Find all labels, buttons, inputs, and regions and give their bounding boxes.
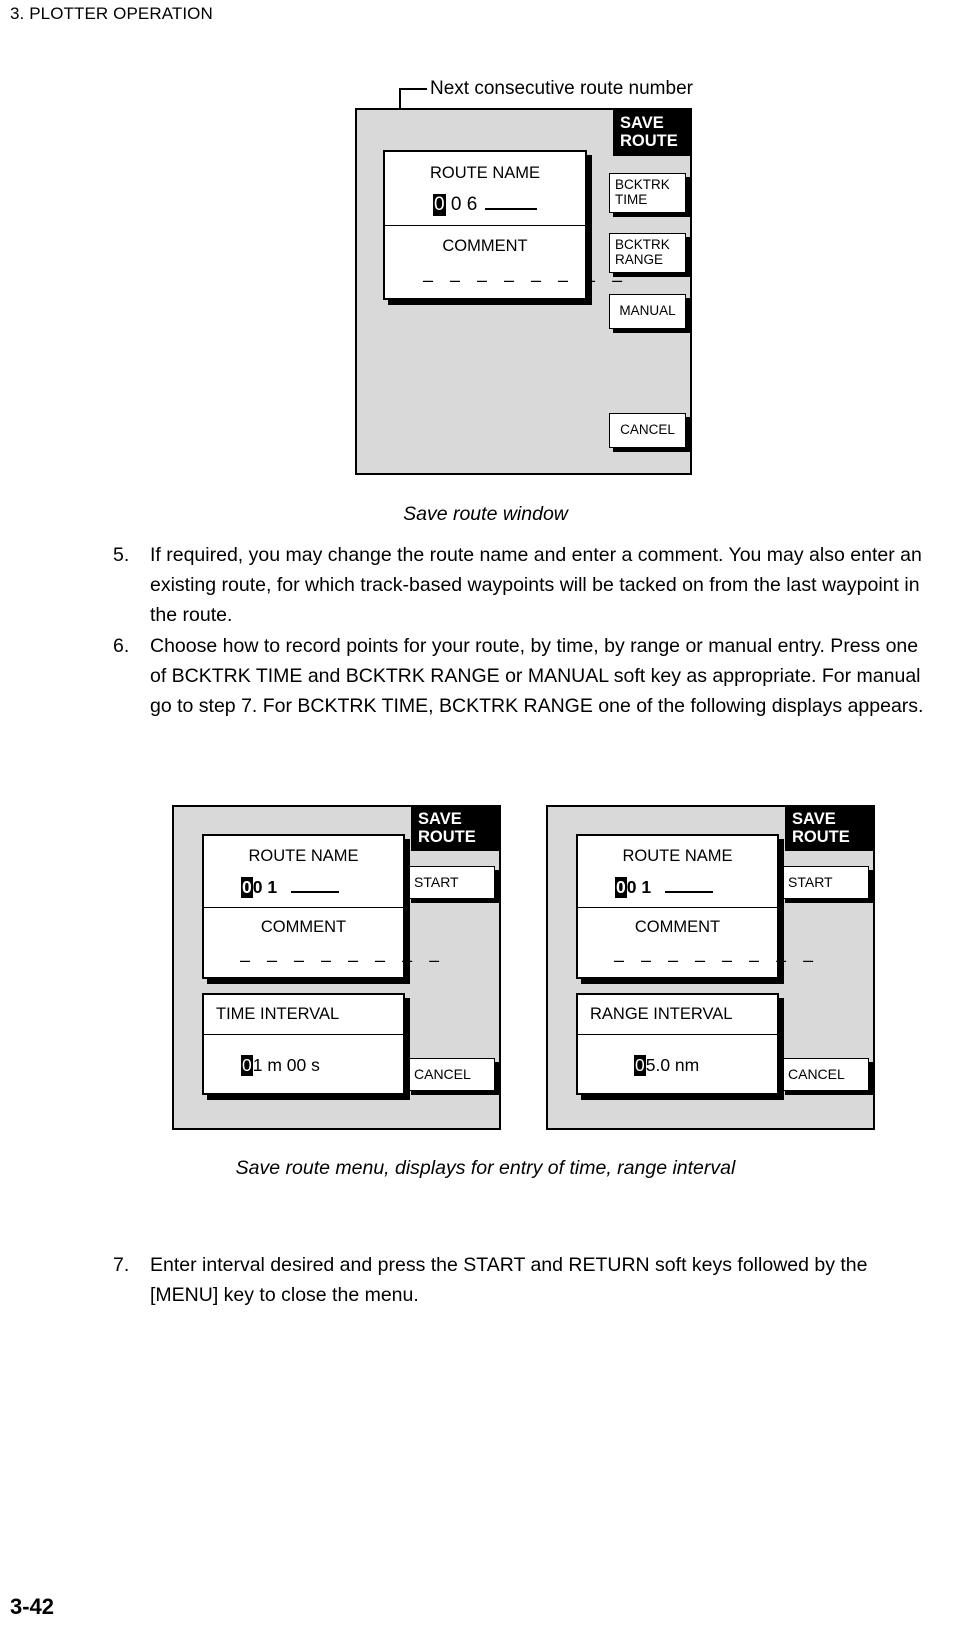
time-interval-cursor-char: 0 bbox=[241, 1055, 253, 1076]
softkey-bcktrk-range-line2: RANGE bbox=[615, 252, 664, 267]
comment-row-left[interactable]: COMMENT – – – – – – – – bbox=[204, 908, 439, 977]
softkey-title-line1: SAVE bbox=[620, 114, 664, 133]
comment-row-right[interactable]: COMMENT – – – – – – – – bbox=[578, 908, 813, 977]
route-entry-panel-left: ROUTE NAME 00 1 COMMENT – – – – – – – – bbox=[202, 834, 439, 979]
route-name-blank-rule bbox=[485, 208, 538, 210]
step-6: 6. Choose how to record points for your … bbox=[113, 631, 933, 721]
route-name-value-left[interactable]: 00 1 bbox=[241, 877, 340, 898]
route-entry-panel-right: ROUTE NAME 00 1 COMMENT – – – – – – – – bbox=[576, 834, 813, 979]
softkey-title-right-line2: ROUTE bbox=[792, 828, 850, 846]
time-interval-label: TIME INTERVAL bbox=[216, 1005, 340, 1023]
figure-save-route-window: SAVE ROUTE BCKTRK TIME BCKTRK RANGE MANU… bbox=[355, 108, 692, 475]
step-5-number: 5. bbox=[113, 544, 130, 566]
route-name-rest-left: 0 1 bbox=[252, 877, 278, 897]
softkey-bcktrk-time-line2: TIME bbox=[615, 192, 648, 207]
route-name-cursor-char-left: 0 bbox=[241, 877, 253, 898]
range-interval-rest: 5.0 nm bbox=[645, 1055, 700, 1075]
step-7: 7. Enter interval desired and press the … bbox=[113, 1250, 933, 1310]
softkey-cancel-right[interactable]: CANCEL bbox=[781, 1058, 869, 1091]
softkey-manual-label: MANUAL bbox=[619, 303, 676, 319]
softkey-bcktrk-range[interactable]: BCKTRK RANGE bbox=[609, 233, 686, 273]
figure1-caption: Save route window bbox=[403, 503, 568, 525]
time-interval-value-row[interactable]: 01 m 00 s bbox=[204, 1035, 403, 1093]
softkey-title-save-route-right: SAVE ROUTE bbox=[785, 807, 873, 851]
softkey-bcktrk-time[interactable]: BCKTRK TIME bbox=[609, 173, 686, 213]
softkey-bcktrk-range-line1: BCKTRK bbox=[615, 237, 670, 253]
range-interval-value[interactable]: 0 5.0 nm bbox=[634, 1055, 699, 1076]
time-interval-label-row: TIME INTERVAL bbox=[204, 995, 403, 1035]
time-interval-rest: 1 m 00 s bbox=[252, 1055, 320, 1075]
steps-list-7: 7. Enter interval desired and press the … bbox=[113, 1250, 933, 1311]
step-6-number: 6. bbox=[113, 635, 130, 657]
softkey-start-left-label: START bbox=[414, 873, 459, 890]
route-name-rest-right: 0 1 bbox=[626, 877, 652, 897]
figure2-caption: Save route menu, displays for entry of t… bbox=[235, 1157, 736, 1179]
range-interval-cursor-char: 0 bbox=[634, 1055, 646, 1076]
comment-label-left: COMMENT bbox=[260, 918, 347, 936]
step-7-text: Enter interval desired and press the STA… bbox=[150, 1254, 868, 1306]
route-name-label-left: ROUTE NAME bbox=[248, 847, 359, 865]
route-name-cursor-char: 0 bbox=[433, 194, 446, 216]
route-name-rest: 0 6 bbox=[445, 194, 478, 215]
route-entry-panel: ROUTE NAME 0 0 6 COMMENT – – – – – – – – bbox=[383, 150, 622, 300]
comment-value-right: – – – – – – – – bbox=[614, 950, 820, 970]
softkey-title-right-line1: SAVE bbox=[792, 810, 836, 829]
route-name-value[interactable]: 0 0 6 bbox=[433, 194, 538, 216]
time-interval-value[interactable]: 01 m 00 s bbox=[241, 1055, 320, 1076]
route-name-row-right[interactable]: ROUTE NAME 00 1 bbox=[578, 836, 777, 908]
softkey-title-left-line2: ROUTE bbox=[418, 828, 476, 846]
callout-leader-horizontal bbox=[399, 88, 427, 90]
step-5-text: If required, you may change the route na… bbox=[150, 544, 922, 626]
range-interval-label: RANGE INTERVAL bbox=[590, 1005, 733, 1023]
figure-save-route-range-interval: SAVE ROUTE START CANCEL ROUTE NAME 00 1 … bbox=[546, 805, 875, 1130]
comment-value: – – – – – – – – bbox=[423, 270, 629, 290]
step-6-text: Choose how to record points for your rou… bbox=[150, 635, 924, 717]
comment-row[interactable]: COMMENT – – – – – – – – bbox=[385, 226, 622, 298]
comment-label-right: COMMENT bbox=[634, 918, 721, 936]
figure-save-route-time-interval: SAVE ROUTE START CANCEL ROUTE NAME 00 1 … bbox=[172, 805, 501, 1130]
step-7-number: 7. bbox=[113, 1254, 130, 1276]
steps-list-5-6: 5. If required, you may change the route… bbox=[113, 540, 933, 722]
softkey-bcktrk-time-line1: BCKTRK bbox=[615, 177, 670, 193]
range-interval-value-row[interactable]: 0 5.0 nm bbox=[578, 1035, 777, 1093]
softkey-start-left[interactable]: START bbox=[407, 866, 495, 899]
route-name-label: ROUTE NAME bbox=[429, 164, 540, 182]
softkey-cancel-left-label: CANCEL bbox=[414, 1065, 471, 1082]
softkey-title-save-route: SAVE ROUTE bbox=[613, 110, 690, 156]
callout-label-next-route-number: Next consecutive route number bbox=[430, 78, 693, 99]
softkey-manual[interactable]: MANUAL bbox=[609, 294, 686, 329]
comment-label: COMMENT bbox=[442, 237, 528, 255]
running-head: 3. PLOTTER OPERATION bbox=[10, 4, 213, 23]
softkey-title-left-line1: SAVE bbox=[418, 810, 462, 829]
step-5: 5. If required, you may change the route… bbox=[113, 540, 933, 630]
route-name-row[interactable]: ROUTE NAME 0 0 6 bbox=[385, 152, 585, 226]
time-interval-panel: TIME INTERVAL 01 m 00 s bbox=[202, 993, 405, 1095]
route-name-value-right[interactable]: 00 1 bbox=[615, 877, 714, 898]
softkey-start-right[interactable]: START bbox=[781, 866, 869, 899]
softkey-cancel-label: CANCEL bbox=[620, 422, 675, 438]
page-number: 3-42 bbox=[10, 1594, 55, 1619]
softkey-title-save-route-left: SAVE ROUTE bbox=[411, 807, 499, 851]
softkey-cancel-right-label: CANCEL bbox=[788, 1065, 845, 1082]
softkey-cancel-left[interactable]: CANCEL bbox=[407, 1058, 495, 1091]
softkey-cancel[interactable]: CANCEL bbox=[609, 413, 686, 448]
route-name-cursor-char-right: 0 bbox=[615, 877, 627, 898]
route-name-blank-rule-right bbox=[665, 891, 714, 893]
range-interval-panel: RANGE INTERVAL 0 5.0 nm bbox=[576, 993, 779, 1095]
range-interval-label-row: RANGE INTERVAL bbox=[578, 995, 777, 1035]
softkey-start-right-label: START bbox=[788, 873, 833, 890]
comment-value-left: – – – – – – – – bbox=[240, 950, 446, 970]
route-name-label-right: ROUTE NAME bbox=[622, 847, 733, 865]
softkey-title-line2: ROUTE bbox=[620, 132, 678, 150]
route-name-row-left[interactable]: ROUTE NAME 00 1 bbox=[204, 836, 403, 908]
route-name-blank-rule-left bbox=[291, 891, 340, 893]
